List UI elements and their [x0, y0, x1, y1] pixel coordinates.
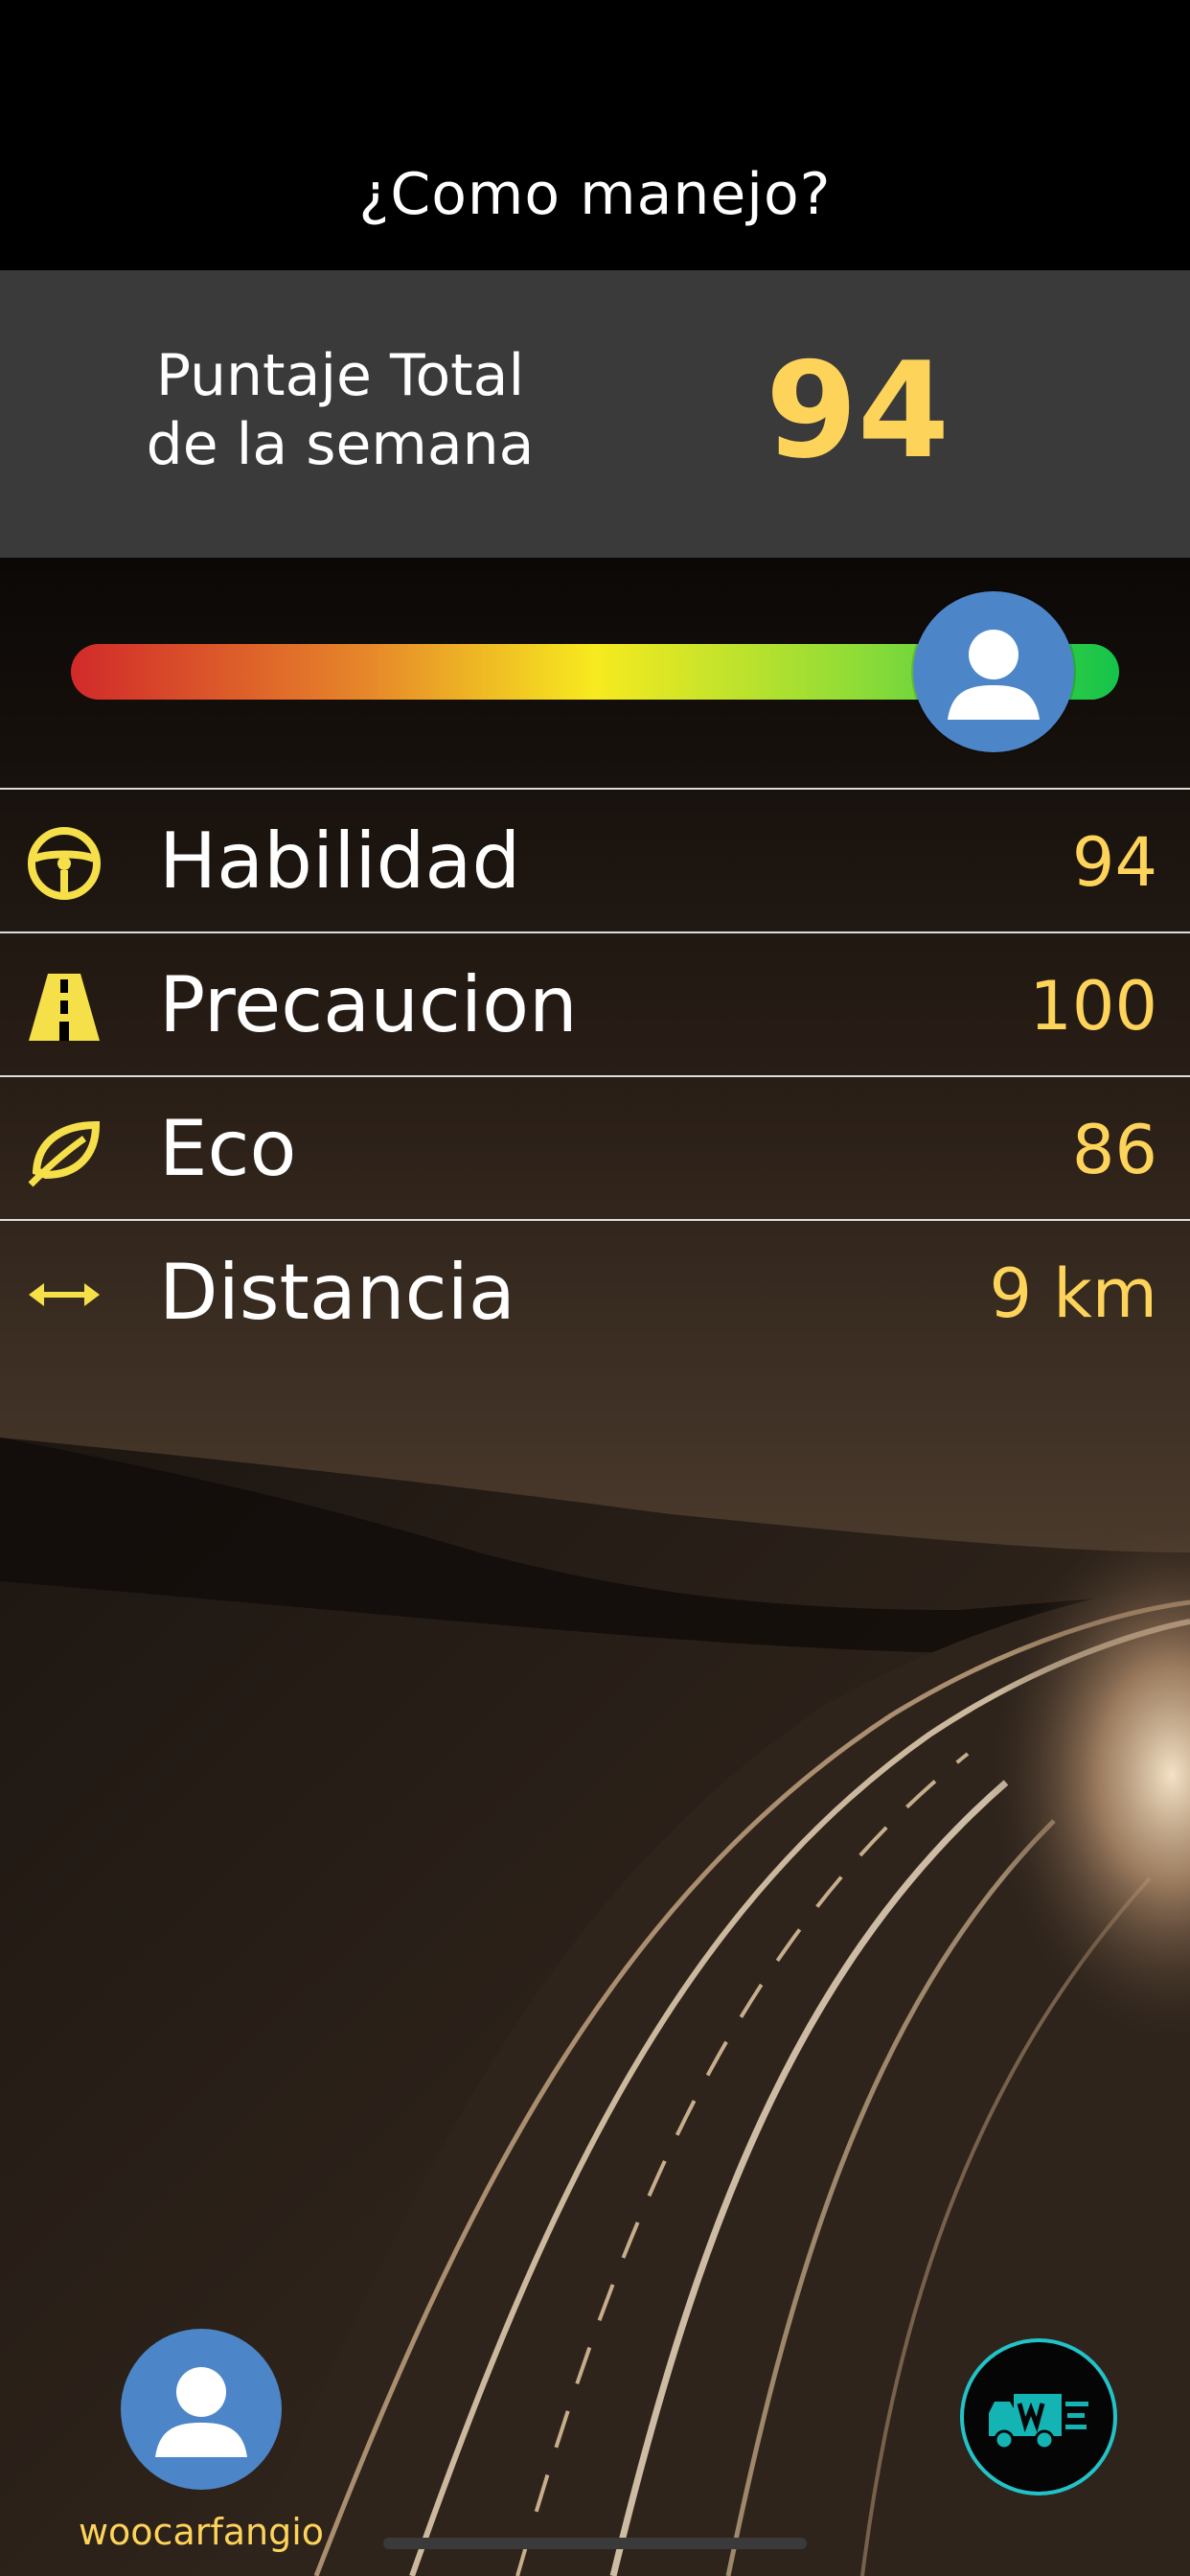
weekly-score-label-line1: Puntaje Total — [155, 342, 525, 409]
road-icon — [29, 974, 100, 1041]
metric-value: 100 — [1029, 967, 1157, 1046]
home-indicator[interactable] — [383, 2538, 807, 2549]
score-gauge-avatar-marker — [913, 591, 1074, 752]
username-label[interactable]: woocarfangio — [29, 2511, 374, 2553]
weekly-score-panel: Puntaje Total de la semana 94 — [0, 270, 1190, 558]
leaf-icon — [28, 1120, 101, 1187]
user-silhouette-icon — [155, 2367, 247, 2457]
weekly-score-label: Puntaje Total de la semana — [96, 341, 584, 479]
metric-value: 86 — [1071, 1111, 1157, 1189]
metric-label: Distancia — [159, 1248, 515, 1337]
top-header: ¿Como manejo? — [0, 0, 1190, 270]
woocar-truck-button[interactable] — [960, 2338, 1117, 2496]
app-screen: ¿Como manejo? Puntaje Total de la semana… — [0, 0, 1190, 2576]
metric-value: 94 — [1071, 823, 1157, 902]
distance-arrows-icon — [29, 1283, 100, 1306]
metric-row-precaucion[interactable]: Precaucion 100 — [0, 932, 1190, 1075]
delivery-truck-icon — [989, 2394, 1088, 2450]
profile-avatar-button[interactable] — [121, 2329, 282, 2490]
metric-value: 9 km — [989, 1254, 1157, 1333]
metric-label: Precaucion — [159, 960, 578, 1049]
metric-row-distancia[interactable]: Distancia 9 km — [0, 1219, 1190, 1363]
steering-wheel-icon — [28, 827, 101, 900]
weekly-score-label-line2: de la semana — [146, 411, 535, 478]
metric-label: Eco — [159, 1104, 297, 1193]
metric-row-eco[interactable]: Eco 86 — [0, 1075, 1190, 1219]
page-title: ¿Como manejo? — [358, 161, 832, 228]
weekly-score-value: 94 — [765, 334, 950, 488]
metric-label: Habilidad — [159, 816, 521, 906]
metrics-list: Habilidad 94 Precaucion 100 Eco 86 Dista… — [0, 788, 1190, 1363]
metric-row-habilidad[interactable]: Habilidad 94 — [0, 788, 1190, 932]
user-silhouette-icon — [948, 630, 1040, 720]
